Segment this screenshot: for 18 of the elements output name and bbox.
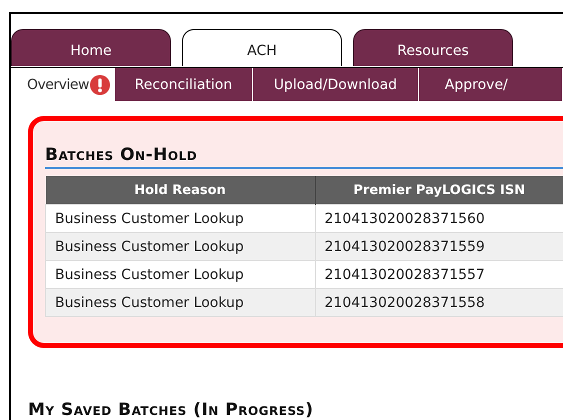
subtab[interactable]: Approve/ (418, 68, 563, 101)
tab[interactable]: ACH (182, 29, 342, 66)
section-heading: Batches On-Hold (45, 143, 563, 169)
table-cell: 210413020028371560 (315, 204, 563, 232)
table-cell: 210413020028371558 (315, 288, 563, 316)
subtab[interactable]: Upload/Download (252, 68, 419, 101)
table-cell: Business Customer Lookup (46, 232, 315, 260)
column-header: Premier PayLOGICS ISN (315, 176, 563, 204)
subtab[interactable]: Reconciliation (114, 68, 253, 101)
table-cell: 210413020028371557 (315, 260, 563, 288)
tab[interactable]: Home (11, 29, 171, 66)
column-header: Hold Reason (46, 176, 315, 204)
table-cell: Business Customer Lookup (46, 260, 315, 288)
tab[interactable]: Resources (353, 29, 513, 66)
table-cell: Business Customer Lookup (46, 204, 315, 232)
section-heading: My Saved Batches (In Progress) (28, 398, 563, 420)
table-cell: 210413020028371559 (315, 232, 563, 260)
table-cell: Business Customer Lookup (46, 288, 315, 316)
